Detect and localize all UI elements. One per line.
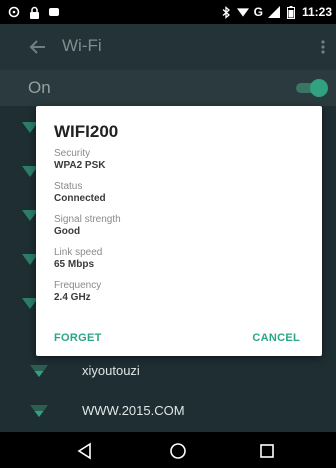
dialog-title: WIFI200 [54,122,119,141]
network-name: xiyoutouzi [82,363,140,378]
field-label: Security [54,148,91,159]
navigation-bar [0,432,336,468]
back-nav-icon[interactable] [76,442,94,460]
recents-nav-icon[interactable] [258,442,276,460]
status-time: 11:23 [301,5,332,19]
battery-icon [285,5,297,19]
network-name: WWW.2015.COM [82,403,185,418]
wifi-toggle-row[interactable]: On [0,70,336,106]
status-field: Status Connected [54,181,106,205]
page-title: Wi-Fi [62,36,102,55]
security-field: Security WPA2 PSK [54,148,106,172]
toggle-thumb [310,79,328,97]
frequency-field: Frequency 2.4 GHz [54,280,101,304]
sync-icon [8,5,20,19]
app-bar: Wi-Fi [0,24,336,70]
signal-strength-field: Signal strength Good [54,214,121,238]
lock-icon [28,5,40,19]
forget-button[interactable]: FORGET [54,332,102,344]
field-value: Good [54,226,81,237]
field-value: Connected [54,193,106,204]
network-item[interactable]: WWW.2015.COM [0,392,336,432]
back-arrow-icon[interactable] [28,37,48,57]
home-nav-icon[interactable] [169,442,187,460]
link-speed-field: Link speed 65 Mbps [54,247,102,271]
status-right: G 11:23 [220,3,332,21]
wifi-signal-icon [30,404,48,418]
status-left [8,3,60,21]
cancel-button[interactable]: CANCEL [252,332,300,344]
network-details-dialog: WIFI200 Security WPA2 PSK Status Connect… [36,106,322,356]
status-bar: G 11:23 [0,0,336,24]
field-label: Link speed [54,247,103,258]
field-label: Status [54,181,83,192]
network-type-label: G [253,5,263,19]
wifi-status-icon [236,5,249,19]
cell-signal-icon [267,5,280,19]
network-item[interactable]: xiyoutouzi [0,352,336,392]
wifi-signal-icon [30,364,48,378]
field-value: 65 Mbps [54,259,95,270]
wifi-toggle-switch[interactable] [296,79,328,97]
notification-icon [48,5,60,19]
field-value: WPA2 PSK [54,160,106,171]
field-label: Signal strength [54,214,121,225]
more-options-icon[interactable] [318,37,328,57]
field-label: Frequency [54,280,102,291]
field-value: 2.4 GHz [54,292,91,303]
bluetooth-icon [220,5,232,19]
wifi-toggle-label: On [28,78,51,97]
